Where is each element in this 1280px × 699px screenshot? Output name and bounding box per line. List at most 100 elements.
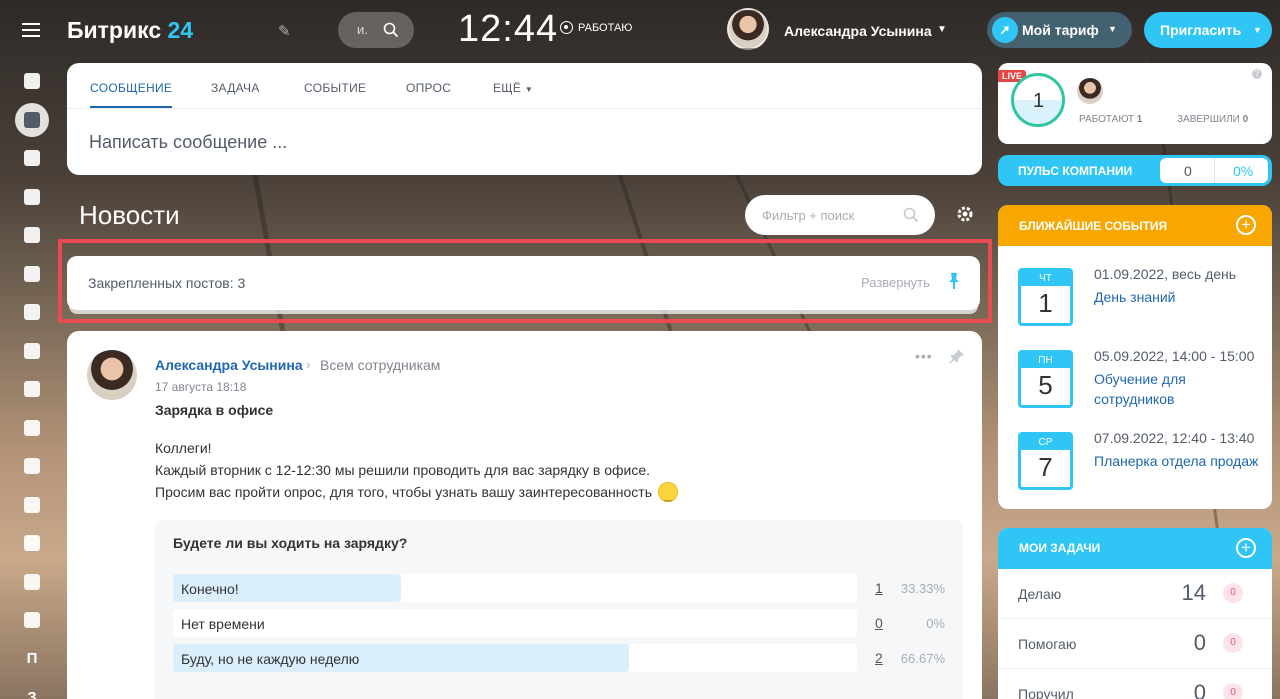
- target-icon: [24, 458, 40, 475]
- menu-icon[interactable]: [22, 23, 40, 37]
- header-search[interactable]: и.: [338, 12, 414, 48]
- tab-event[interactable]: СОБЫТИЕ: [304, 81, 366, 95]
- sidebar-item-chat[interactable]: [10, 139, 54, 178]
- sidebar-icon-wrap: [24, 458, 40, 475]
- task-counter-row[interactable]: Поручил 0 0: [998, 669, 1272, 699]
- my-tariff-button[interactable]: ➚ Мой тариф ▼: [987, 12, 1132, 48]
- divider: [1214, 158, 1215, 183]
- help-icon[interactable]: ?: [1252, 69, 1262, 79]
- add-task-icon[interactable]: +: [1236, 538, 1256, 558]
- event-day: 7: [1038, 452, 1053, 482]
- sidebar-item-drive[interactable]: [10, 255, 54, 294]
- sidebar-item-tasks[interactable]: [10, 370, 54, 409]
- live-widget[interactable]: LIVE 1 РАБОТАЮТ 1 ЗАВЕРШИЛИ 0 ?: [998, 63, 1272, 144]
- poll-option-count[interactable]: 2: [875, 650, 883, 666]
- task-counter-badge: 0: [1223, 583, 1243, 603]
- chevron-down-icon[interactable]: ▼: [937, 24, 947, 35]
- avatar[interactable]: [1077, 78, 1103, 104]
- more-dots-icon[interactable]: •••: [915, 348, 933, 364]
- logo[interactable]: Битрикс 24: [67, 17, 193, 44]
- post-body: Коллеги! Каждый вторник с 12-12:30 мы ре…: [155, 437, 679, 508]
- invite-label: Пригласить: [1160, 22, 1242, 38]
- clock[interactable]: 12:44: [458, 8, 558, 51]
- poll-option-percent: 33.33%: [900, 581, 945, 596]
- events-title[interactable]: БЛИЖАЙШИЕ СОБЫТИЯ: [1019, 219, 1167, 233]
- invite-button[interactable]: Пригласить ▼: [1144, 12, 1272, 48]
- sidebar-item-shop[interactable]: [10, 486, 54, 525]
- contact-card-icon: [24, 535, 40, 552]
- poll-option-percent: 0%: [926, 616, 945, 631]
- pin-icon[interactable]: [949, 348, 965, 364]
- poll-option[interactable]: Конечно!: [173, 574, 857, 602]
- event-name-link[interactable]: Планерка отдела продаж: [1094, 451, 1264, 471]
- sidebar-item-filter[interactable]: [10, 409, 54, 448]
- event-calendar-icon[interactable]: ПН 5: [1018, 350, 1073, 408]
- logo-number: 24: [167, 17, 194, 43]
- sidebar-item-letter[interactable]: П: [10, 640, 54, 679]
- sidebar-item-calendar[interactable]: [10, 178, 54, 217]
- edit-pencil-icon[interactable]: ✎: [278, 22, 291, 40]
- groups-icon: [24, 342, 40, 359]
- sidebar-icon-wrap: [24, 73, 40, 90]
- tab-poll[interactable]: ОПРОС: [406, 81, 451, 95]
- task-counter-label: Помогаю: [1018, 636, 1077, 652]
- live-counter: 1: [1011, 73, 1065, 127]
- sidebar-item-mail[interactable]: [10, 293, 54, 332]
- task-counter-row[interactable]: Помогаю 0 0: [998, 619, 1272, 669]
- user-avatar[interactable]: [727, 8, 769, 50]
- event-name-link[interactable]: Обучение для сотрудников: [1094, 369, 1264, 409]
- filter-search-input[interactable]: Фильтр + поиск: [745, 195, 935, 235]
- user-name[interactable]: Александра Усынина: [784, 23, 932, 39]
- event-weekday: СР: [1021, 435, 1070, 450]
- tab-message[interactable]: СООБЩЕНИЕ: [90, 81, 173, 108]
- poll-option-count[interactable]: 1: [875, 580, 883, 596]
- gear-icon[interactable]: [956, 205, 974, 223]
- tab-task[interactable]: ЗАДАЧА: [211, 81, 260, 95]
- done-label: ЗАВЕРШИЛИ: [1177, 114, 1240, 125]
- post-destination[interactable]: Всем сотрудникам: [320, 357, 440, 373]
- avatar[interactable]: [87, 350, 137, 400]
- post-body-line: Каждый вторник с 12-12:30 мы решили пров…: [155, 462, 651, 478]
- sidebar-item-news[interactable]: [10, 101, 54, 140]
- post-composer: СООБЩЕНИЕ ЗАДАЧА СОБЫТИЕ ОПРОС ЕЩЁ ▼ Нап…: [67, 63, 982, 175]
- poll: Будете ли вы ходить на зарядку? Конечно!…: [155, 520, 963, 699]
- post-title: Зарядка в офисе: [155, 402, 274, 418]
- sidebar-item-box[interactable]: [10, 601, 54, 640]
- sidebar-item-groups[interactable]: [10, 332, 54, 371]
- tasks-title[interactable]: МОИ ЗАДАЧИ: [1019, 541, 1100, 555]
- poll-option-count[interactable]: 0: [875, 615, 883, 631]
- drive-icon: [24, 265, 40, 282]
- task-counter-badge: 0: [1223, 683, 1243, 699]
- sidebar-item-letter[interactable]: З: [10, 678, 54, 699]
- event-calendar-icon[interactable]: СР 7: [1018, 432, 1073, 490]
- work-status[interactable]: РАБОТАЮ: [560, 21, 632, 34]
- chevron-down-icon: ▼: [524, 85, 534, 94]
- poll-option[interactable]: Нет времени: [173, 609, 857, 637]
- pulse-values: 0 0%: [1160, 158, 1268, 183]
- search-placeholder: и.: [357, 22, 368, 37]
- task-counter-row[interactable]: Делаю 14 0: [998, 569, 1272, 619]
- company-pulse[interactable]: ПУЛЬС КОМПАНИИ 0 0%: [998, 155, 1272, 186]
- post-date[interactable]: 17 августа 18:18: [155, 380, 246, 394]
- sidebar-item-sites[interactable]: [10, 62, 54, 101]
- sidebar-item-contact-card[interactable]: [10, 524, 54, 563]
- sidebar-item-documents[interactable]: [10, 216, 54, 255]
- search-icon[interactable]: [903, 207, 919, 223]
- search-icon[interactable]: [383, 22, 399, 38]
- event-weekday: ЧТ: [1021, 271, 1070, 286]
- message-input[interactable]: Написать сообщение ...: [89, 132, 287, 153]
- sidebar-icon-wrap: [15, 102, 49, 137]
- sidebar-icon-wrap: [24, 265, 40, 282]
- event-calendar-icon[interactable]: ЧТ 1: [1018, 268, 1073, 326]
- robot-icon: [24, 573, 40, 590]
- poll-option[interactable]: Буду, но не каждую неделю: [173, 644, 857, 672]
- sidebar-item-robot[interactable]: [10, 563, 54, 602]
- add-event-icon[interactable]: +: [1236, 215, 1256, 235]
- post-author[interactable]: Александра Усынина: [155, 357, 303, 373]
- pulse-percent: 0%: [1233, 163, 1254, 179]
- highlight-frame: [58, 239, 992, 323]
- sidebar-item-target[interactable]: [10, 447, 54, 486]
- tab-more[interactable]: ЕЩЁ ▼: [493, 81, 533, 95]
- page-title: Новости: [79, 200, 180, 230]
- event-name-link[interactable]: День знаний: [1094, 287, 1264, 307]
